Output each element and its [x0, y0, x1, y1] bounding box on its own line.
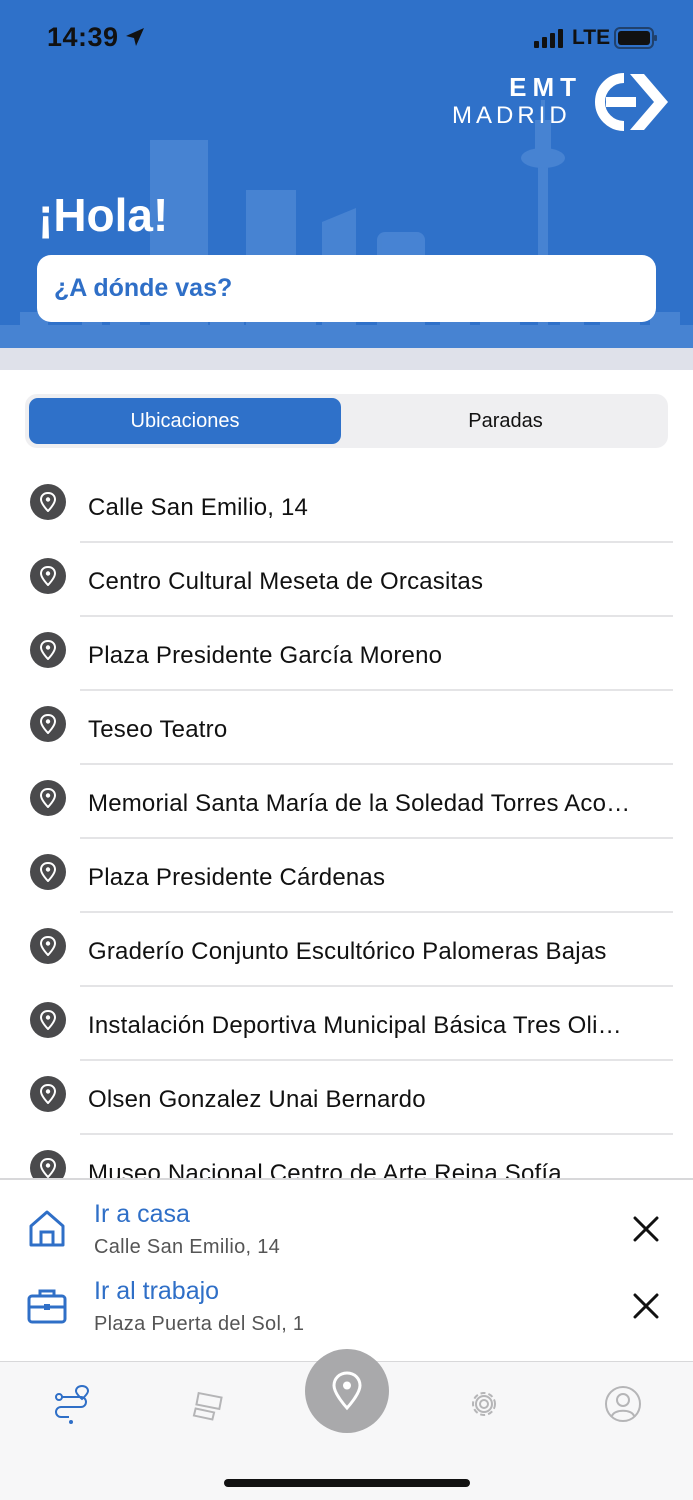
location-pin-icon	[30, 854, 66, 890]
status-bar: 14:39 LTE	[0, 0, 693, 70]
list-item-label: Instalación Deportiva Municipal Básica T…	[88, 1012, 622, 1039]
divider	[80, 615, 673, 617]
list-item-label: Calle San Emilio, 14	[88, 494, 309, 521]
location-pin-icon	[30, 780, 66, 816]
location-pin-icon	[30, 1076, 66, 1112]
divider	[80, 689, 673, 691]
greeting: ¡Hola!	[38, 189, 169, 241]
home-address: Calle San Emilio, 14	[94, 1236, 281, 1258]
location-pin-icon	[30, 1002, 66, 1038]
location-pin-icon	[30, 632, 66, 668]
logo-emt-text: EMT	[509, 72, 582, 102]
list-item[interactable]: Memorial Santa María de la Soledad Torre…	[0, 766, 693, 840]
go-home-button[interactable]: Ir a casa	[94, 1200, 190, 1229]
header-divider	[0, 348, 693, 370]
divider	[80, 763, 673, 765]
location-pin-icon	[30, 928, 66, 964]
divider	[80, 911, 673, 913]
segmented-control: Ubicaciones Paradas	[25, 394, 668, 448]
location-pin-icon	[30, 1150, 66, 1178]
list-item-label: Plaza Presidente Cárdenas	[88, 864, 386, 891]
logo-madrid-text: MADRID	[452, 102, 571, 129]
tab-bar	[0, 1349, 693, 1500]
emt-logo-mark-icon	[595, 73, 668, 131]
location-arrow-icon	[126, 28, 144, 46]
list-item[interactable]: Calle San Emilio, 14	[0, 470, 693, 544]
home-icon	[29, 1210, 65, 1247]
close-icon[interactable]	[630, 1290, 662, 1322]
work-address: Plaza Puerta del Sol, 1	[94, 1313, 305, 1335]
divider	[80, 1059, 673, 1061]
signal-icon	[534, 29, 563, 48]
divider	[80, 541, 673, 543]
location-pin-icon	[30, 558, 66, 594]
briefcase-icon	[27, 1289, 67, 1324]
list-item-label: Graderío Conjunto Escultórico Palomeras …	[88, 938, 607, 965]
user-icon[interactable]	[603, 1384, 643, 1424]
ticket-icon[interactable]	[188, 1384, 228, 1424]
location-pin-icon	[30, 484, 66, 520]
list-item[interactable]: Plaza Presidente García Moreno	[0, 618, 693, 692]
route-icon[interactable]	[51, 1384, 91, 1424]
list-item[interactable]: Teseo Teatro	[0, 692, 693, 766]
tab-ubicaciones[interactable]: Ubicaciones	[29, 398, 341, 444]
list-item[interactable]: Graderío Conjunto Escultórico Palomeras …	[0, 914, 693, 988]
close-icon[interactable]	[630, 1213, 662, 1245]
gear-icon[interactable]	[464, 1384, 504, 1424]
locations-list: Calle San Emilio, 14 Centro Cultural Mes…	[0, 470, 693, 1178]
list-item[interactable]: Instalación Deportiva Municipal Básica T…	[0, 988, 693, 1062]
list-item[interactable]: Olsen Gonzalez Unai Bernardo	[0, 1062, 693, 1136]
list-item-label: Museo Nacional Centro de Arte Reina Sofí…	[88, 1160, 562, 1178]
destination-search-input[interactable]: ¿A dónde vas?	[37, 255, 656, 322]
network-label: LTE	[572, 26, 611, 49]
emt-madrid-logo: EMT MADRID	[450, 72, 675, 134]
battery-icon	[614, 27, 657, 49]
location-pin-icon	[30, 706, 66, 742]
list-item-label: Plaza Presidente García Moreno	[88, 642, 443, 669]
header: 14:39 LTE EMT MADRID ¡Hola! ¿A dónde vas…	[0, 0, 693, 348]
go-work-button[interactable]: Ir al trabajo	[94, 1277, 219, 1306]
list-item-label: Olsen Gonzalez Unai Bernardo	[88, 1086, 426, 1113]
tab-paradas[interactable]: Paradas	[347, 398, 664, 444]
list-item[interactable]: Centro Cultural Meseta de Orcasitas	[0, 544, 693, 618]
divider	[80, 985, 673, 987]
list-item-label: Teseo Teatro	[88, 716, 228, 743]
status-time: 14:39	[47, 22, 119, 52]
location-pin-icon	[332, 1371, 362, 1411]
center-location-button[interactable]	[305, 1349, 389, 1433]
list-item-label: Centro Cultural Meseta de Orcasitas	[88, 568, 484, 595]
list-item[interactable]: Museo Nacional Centro de Arte Reina Sofí…	[0, 1136, 693, 1178]
divider	[80, 837, 673, 839]
shortcuts-panel: Ir a casa Calle San Emilio, 14 Ir al tra…	[0, 1178, 693, 1361]
list-item[interactable]: Plaza Presidente Cárdenas	[0, 840, 693, 914]
home-indicator	[224, 1479, 470, 1487]
list-item-label: Memorial Santa María de la Soledad Torre…	[88, 790, 631, 817]
divider	[80, 1133, 673, 1135]
